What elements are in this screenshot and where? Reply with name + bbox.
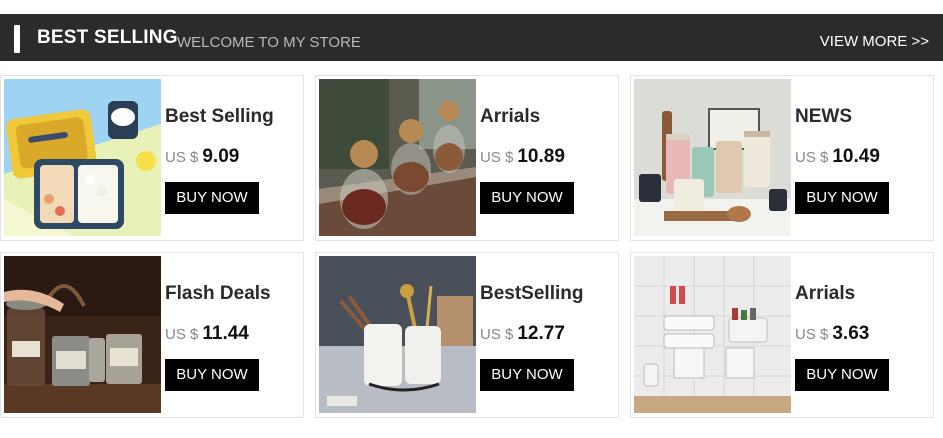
price-currency: US $ — [165, 326, 199, 343]
price-value: 11.44 — [202, 323, 249, 344]
paper-roll-holder-image[interactable] — [634, 256, 791, 413]
tin-jars-image[interactable] — [4, 256, 161, 413]
product-card[interactable]: Arrials US $3.63 BUY NOW — [630, 252, 934, 418]
header-accent-bar — [14, 25, 20, 53]
price-currency: US $ — [795, 326, 829, 343]
product-card[interactable]: Best Selling US $9.09 BUY NOW — [0, 75, 304, 241]
buy-now-button[interactable]: BUY NOW — [480, 359, 574, 391]
product-card[interactable]: BestSelling US $12.77 BUY NOW — [315, 252, 619, 418]
product-name[interactable]: Arrials — [480, 106, 540, 128]
price-currency: US $ — [480, 326, 514, 343]
product-price: US $12.77 — [480, 323, 565, 345]
kitchen-canisters-image[interactable] — [634, 79, 791, 236]
product-name[interactable]: NEWS — [795, 106, 852, 128]
product-price: US $10.49 — [795, 146, 880, 168]
product-card[interactable]: Flash Deals US $11.44 BUY NOW — [0, 252, 304, 418]
utensil-holder-image[interactable] — [319, 256, 476, 413]
buy-now-button[interactable]: BUY NOW — [165, 182, 259, 214]
view-more-link[interactable]: VIEW MORE >> — [820, 33, 929, 50]
price-currency: US $ — [795, 149, 829, 166]
product-name[interactable]: Arrials — [795, 283, 855, 305]
product-price: US $11.44 — [165, 323, 249, 345]
price-value: 10.89 — [517, 146, 565, 167]
product-name[interactable]: Best Selling — [165, 106, 274, 128]
product-name[interactable]: BestSelling — [480, 283, 583, 305]
product-name[interactable]: Flash Deals — [165, 283, 271, 305]
product-price: US $9.09 — [165, 146, 239, 168]
glass-jars-image[interactable] — [319, 79, 476, 236]
section-title: BEST SELLING — [37, 27, 178, 48]
price-value: 12.77 — [517, 323, 565, 344]
section-header: BEST SELLING WELCOME TO MY STORE VIEW MO… — [0, 14, 943, 61]
price-value: 3.63 — [832, 323, 870, 344]
price-value: 10.49 — [832, 146, 880, 167]
buy-now-button[interactable]: BUY NOW — [795, 182, 889, 214]
buy-now-button[interactable]: BUY NOW — [165, 359, 259, 391]
section-subtitle: WELCOME TO MY STORE — [177, 34, 361, 51]
price-currency: US $ — [165, 149, 199, 166]
product-price: US $3.63 — [795, 323, 869, 345]
buy-now-button[interactable]: BUY NOW — [795, 359, 889, 391]
product-card[interactable]: NEWS US $10.49 BUY NOW — [630, 75, 934, 241]
buy-now-button[interactable]: BUY NOW — [480, 182, 574, 214]
product-price: US $10.89 — [480, 146, 565, 168]
lunch-box-image[interactable] — [4, 79, 161, 236]
product-card[interactable]: Arrials US $10.89 BUY NOW — [315, 75, 619, 241]
price-currency: US $ — [480, 149, 514, 166]
price-value: 9.09 — [202, 146, 240, 167]
